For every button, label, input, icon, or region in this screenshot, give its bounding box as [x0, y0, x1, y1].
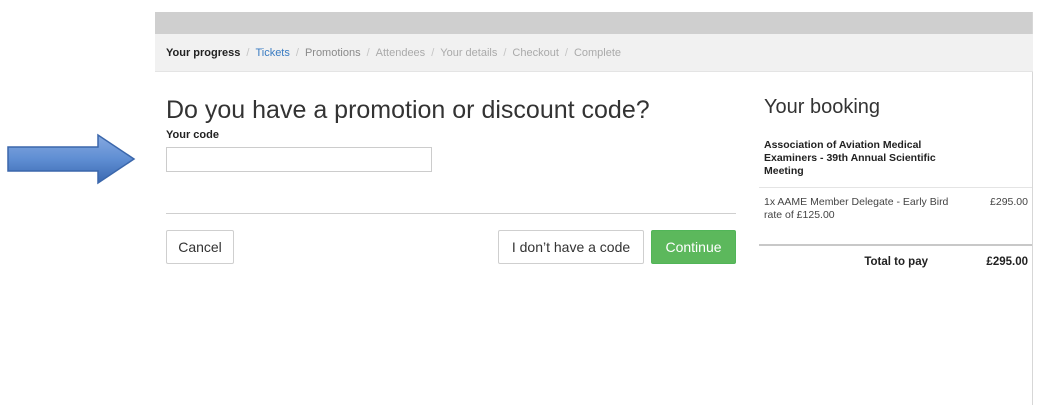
- no-code-button[interactable]: I don’t have a code: [498, 230, 644, 264]
- step-checkout: Checkout: [512, 47, 559, 59]
- promo-heading: Do you have a promotion or discount code…: [166, 96, 650, 124]
- step-your-details: Your details: [440, 47, 498, 59]
- total-value: £295.00: [986, 256, 1028, 268]
- step-attendees: Attendees: [375, 47, 426, 59]
- step-promotions: Promotions: [304, 47, 361, 59]
- breadcrumb-separator: /: [564, 47, 568, 59]
- step-tickets[interactable]: Tickets: [255, 47, 289, 59]
- progress-label: Your progress: [166, 47, 241, 59]
- booking-item-price: £295.00: [990, 196, 1028, 208]
- cancel-button[interactable]: Cancel: [166, 230, 234, 264]
- breadcrumb-separator: /: [503, 47, 507, 59]
- divider: [166, 213, 736, 214]
- breadcrumb-separator: /: [431, 47, 435, 59]
- divider: [759, 187, 1032, 188]
- booking-item-description: 1x AAME Member Delegate - Early Bird rat…: [764, 196, 949, 221]
- page-top-bar: [155, 12, 1033, 34]
- continue-button[interactable]: Continue: [651, 230, 736, 264]
- arrow-right-icon: [7, 133, 136, 185]
- breadcrumb-separator: /: [366, 47, 370, 59]
- event-name: Association of Aviation Medical Examiner…: [764, 139, 936, 177]
- breadcrumb-separator: /: [295, 47, 299, 59]
- booking-title: Your booking: [764, 96, 881, 118]
- total-label: Total to pay: [864, 256, 928, 268]
- breadcrumb-separator: /: [246, 47, 250, 59]
- code-field-label: Your code: [166, 129, 219, 141]
- progress-breadcrumb: Your progress / Tickets / Promotions / Attende…: [155, 34, 1033, 72]
- step-complete: Complete: [573, 47, 622, 59]
- divider: [759, 244, 1032, 246]
- promo-code-input[interactable]: [166, 147, 432, 172]
